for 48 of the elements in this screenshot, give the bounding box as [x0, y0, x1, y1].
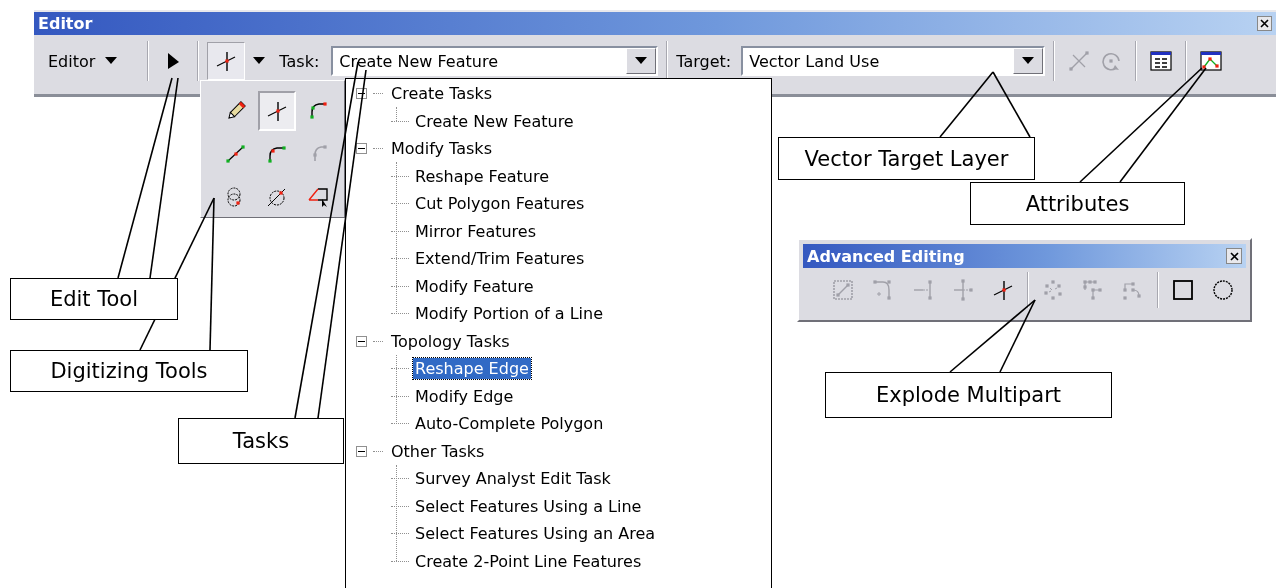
task-item[interactable]: Modify Edge: [413, 385, 516, 407]
task-group[interactable]: Other Tasks: [389, 440, 487, 462]
task-group[interactable]: Modify Tasks: [389, 138, 494, 160]
target-combo[interactable]: Vector Land Use: [741, 46, 1046, 76]
trace-icon[interactable]: [306, 185, 330, 209]
window-title: Editor: [38, 14, 93, 33]
attributes-icon[interactable]: [1149, 49, 1174, 73]
task-item[interactable]: Create New Feature: [413, 110, 576, 132]
task-item[interactable]: Cut Polygon Features: [413, 193, 587, 215]
sketch-tool-button[interactable]: [207, 42, 246, 80]
dropdown-arrow-icon[interactable]: [1022, 57, 1035, 65]
collapse-icon[interactable]: [356, 335, 367, 347]
task-item[interactable]: Select Features Using a Line: [413, 495, 644, 517]
caret-icon[interactable]: [105, 57, 118, 65]
collapse-icon[interactable]: [356, 88, 367, 100]
toolbar-title: Advanced Editing: [807, 246, 965, 266]
task-label: Task:: [279, 51, 320, 71]
collapse-icon[interactable]: [356, 143, 367, 155]
task-group[interactable]: Topology Tasks: [389, 330, 512, 352]
callout-label: Vector Target Layer: [778, 137, 1035, 180]
target-label: Target:: [676, 51, 732, 71]
collapse-icon[interactable]: [356, 445, 367, 457]
task-item[interactable]: Reshape Edge: [413, 358, 531, 380]
dropdown-arrow-icon[interactable]: [635, 57, 648, 65]
task-item[interactable]: Select Features Using an Area: [413, 523, 658, 545]
task-item[interactable]: Reshape Feature: [413, 165, 552, 187]
rectangle-icon[interactable]: [1171, 278, 1195, 302]
sketch-tool-icon[interactable]: [265, 99, 289, 123]
task-item[interactable]: Extend/Trim Features: [413, 248, 587, 270]
callout-label: Digitizing Tools: [10, 350, 248, 392]
sketch-tool-icon[interactable]: [991, 278, 1015, 302]
editor-menu[interactable]: Editor: [40, 47, 126, 75]
task-item[interactable]: Modify Portion of a Line: [413, 303, 606, 325]
task-item[interactable]: Mirror Features: [413, 220, 539, 242]
circle-icon[interactable]: [1211, 278, 1235, 302]
task-item[interactable]: Create 2-Point Line Features: [413, 550, 644, 572]
callout-label: Edit Tool: [10, 278, 178, 320]
callout-label: Attributes: [970, 182, 1185, 225]
task-combo[interactable]: Create New Feature: [331, 46, 659, 76]
midpoint-icon[interactable]: [224, 142, 248, 166]
task-item[interactable]: Survey Analyst Edit Task: [413, 468, 613, 490]
dropdown-arrow-icon[interactable]: [253, 57, 266, 65]
task-group[interactable]: Create Tasks: [389, 83, 495, 105]
sketch-properties-icon[interactable]: [1199, 49, 1224, 73]
callout-label: Explode Multipart: [825, 372, 1112, 418]
task-item[interactable]: Modify Feature: [413, 275, 536, 297]
task-item[interactable]: Auto-Complete Polygon: [413, 413, 606, 435]
callout-label: Tasks: [178, 418, 344, 464]
